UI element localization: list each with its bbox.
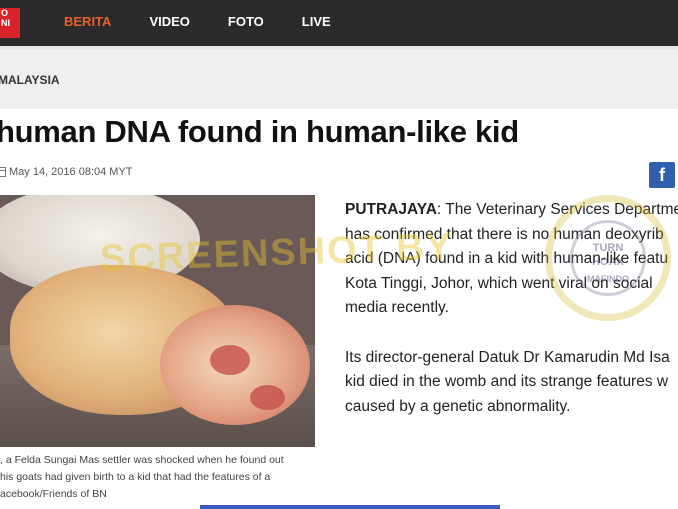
photo-caption: , a Felda Sungai Mas settler was shocked… — [0, 452, 315, 503]
publish-date: May 14, 2016 08:04 MYT — [0, 166, 133, 178]
nav-item-live[interactable]: LIVE — [302, 0, 331, 46]
section-bar: MALAYSIA — [0, 49, 678, 109]
caption-line: his goats had given birth to a kid that … — [0, 471, 271, 483]
watermark-badge-text: MAFINDO — [587, 274, 629, 284]
text-line: caused by a genetic abnormality. — [345, 397, 571, 415]
nav-item-video[interactable]: VIDEO — [149, 0, 189, 46]
dateline: PUTRAJAYA — [345, 201, 437, 218]
watermark-badge-text: TURN — [592, 242, 624, 254]
photo-spot — [210, 345, 250, 375]
text-line: kid died in the womb and its strange fea… — [345, 373, 669, 390]
caption-line: , a Felda Sungai Mas settler was shocked… — [0, 454, 284, 466]
photo-spot — [250, 385, 285, 410]
logo-text-2: NI — [1, 18, 10, 28]
facebook-icon: f — [659, 165, 665, 185]
nav-item-foto[interactable]: FOTO — [228, 0, 264, 46]
watermark-badge: TURN HOAX MAFINDO — [545, 195, 671, 321]
nav-item-berita[interactable]: BERITA — [64, 0, 111, 46]
facebook-share-button[interactable]: f — [649, 162, 675, 188]
section-link-malaysia[interactable]: MALAYSIA — [0, 73, 60, 87]
bottom-blue-strip — [200, 505, 500, 509]
logo-text-1: O — [1, 8, 9, 18]
article-headline: human DNA found in human-like kid — [0, 114, 519, 149]
text-line: Its director-general Datuk Dr Kamarudin … — [345, 348, 670, 366]
main-nav: BERITA VIDEO FOTO LIVE — [64, 0, 369, 46]
site-logo[interactable]: O NI — [0, 8, 20, 38]
watermark-badge-text: HOAX — [592, 256, 624, 268]
publish-date-text: May 14, 2016 08:04 MYT — [9, 166, 133, 178]
top-navbar: O NI BERITA VIDEO FOTO LIVE — [0, 0, 678, 49]
calendar-icon — [0, 167, 6, 177]
paragraph-2: Its director-general Datuk Dr Kamarudin … — [345, 346, 678, 420]
caption-line: acebook/Friends of BN — [0, 488, 107, 500]
